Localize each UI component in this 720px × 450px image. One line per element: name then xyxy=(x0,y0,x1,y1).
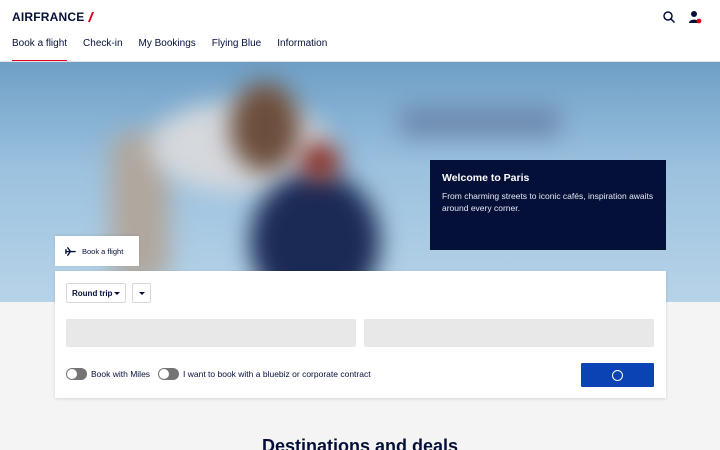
chevron-down-icon xyxy=(114,292,120,295)
nav-information[interactable]: Information xyxy=(277,34,327,62)
passengers-select[interactable] xyxy=(132,283,151,303)
toggle-switch[interactable] xyxy=(158,368,179,380)
hero-photo-accent xyxy=(300,142,340,182)
tab-label: Book a flight xyxy=(82,246,124,256)
bluebiz-contract-toggle[interactable]: I want to book with a bluebiz or corpora… xyxy=(158,368,371,380)
chevron-down-icon xyxy=(139,292,145,295)
airfrance-logo[interactable]: AIRFRANCE xyxy=(12,10,95,24)
toggle-label: I want to book with a bluebiz or corpora… xyxy=(183,369,371,379)
main-nav: Book a flight Check-in My Bookings Flyin… xyxy=(0,34,343,62)
logo-slash-icon xyxy=(88,12,95,22)
site-header: AIRFRANCE Book a flight Check-in My Book… xyxy=(0,0,720,62)
welcome-card: Welcome to Paris From charming streets t… xyxy=(430,160,666,250)
origin-field[interactable] xyxy=(66,319,356,347)
search-icon[interactable] xyxy=(662,10,676,24)
nav-my-bookings[interactable]: My Bookings xyxy=(139,34,196,62)
brand-name: AIRFRANCE xyxy=(12,10,85,24)
plane-icon xyxy=(65,246,76,256)
nav-book-a-flight[interactable]: Book a flight xyxy=(12,34,68,62)
nav-check-in[interactable]: Check-in xyxy=(83,34,122,62)
toggle-label: Book with Miles xyxy=(91,369,151,379)
search-flights-button[interactable] xyxy=(581,363,654,387)
destination-field[interactable] xyxy=(364,319,654,347)
booking-panel: Round trip Book with Miles I want to boo… xyxy=(55,271,666,398)
welcome-title: Welcome to Paris xyxy=(442,172,530,184)
loading-spinner-icon xyxy=(612,369,623,381)
book-with-miles-toggle[interactable]: Book with Miles xyxy=(66,368,150,380)
trip-type-value: Round trip xyxy=(72,288,113,298)
toggle-switch[interactable] xyxy=(66,368,87,380)
tab-book-a-flight[interactable]: Book a flight xyxy=(55,236,139,266)
hero-photo-signage xyxy=(400,107,560,137)
account-icon[interactable] xyxy=(688,10,702,24)
hero-photo-person-head xyxy=(230,82,300,172)
welcome-text: From charming streets to iconic cafés, i… xyxy=(442,191,654,213)
nav-flying-blue[interactable]: Flying Blue xyxy=(212,34,261,62)
destinations-deals-heading: Destinations and deals xyxy=(261,436,459,450)
hero-banner: Welcome to Paris From charming streets t… xyxy=(0,62,720,302)
trip-type-select[interactable]: Round trip xyxy=(66,283,126,303)
